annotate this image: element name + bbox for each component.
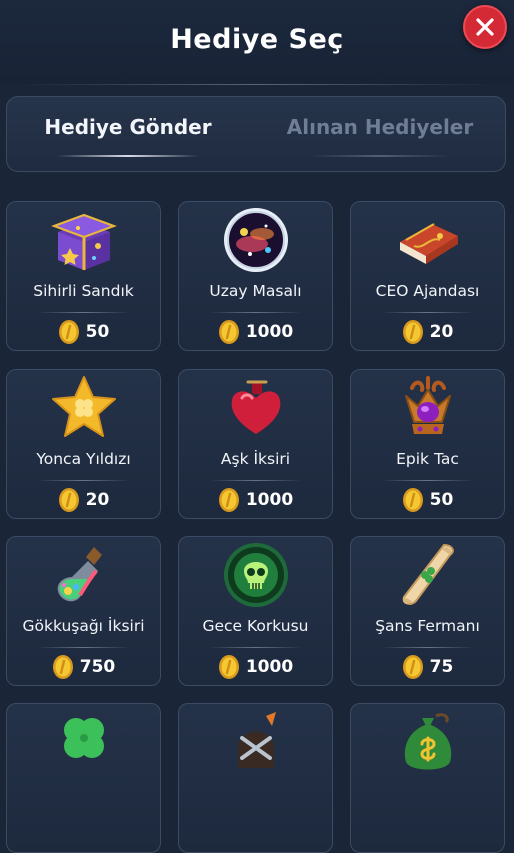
page-title: Hediye Seç [170, 24, 344, 55]
gift-card[interactable] [6, 703, 161, 853]
close-icon [476, 18, 494, 36]
tab-received-gifts[interactable]: Alınan Hediyeler [269, 115, 491, 159]
gift-price: 750 [7, 654, 160, 682]
gift-name: CEO Ajandası [375, 282, 480, 300]
gift-price: 20 [351, 319, 504, 347]
divider [209, 647, 302, 648]
gift-price: 1000 [179, 654, 332, 682]
epic-crown-icon [405, 376, 451, 434]
gift-name: Uzay Masalı [209, 282, 302, 300]
divider [209, 312, 302, 313]
gift-name: Şans Fermanı [375, 617, 480, 635]
divider [209, 480, 302, 481]
coin-icon [218, 320, 239, 344]
tab-underline [57, 155, 199, 157]
tab-underline [309, 155, 451, 157]
gift-name: Aşk İksiri [220, 450, 291, 468]
tab-label: Hediye Gönder [44, 115, 212, 139]
tab-label: Alınan Hediyeler [286, 115, 474, 139]
divider [381, 647, 474, 648]
gift-name: Gökkuşağı İksiri [22, 617, 145, 635]
tab-send-gift[interactable]: Hediye Gönder [17, 115, 239, 159]
agenda-book-icon [400, 223, 458, 264]
coin-icon [402, 488, 423, 512]
gift-card[interactable]: Epik Tac 50 [350, 369, 505, 519]
gift-price: 50 [7, 319, 160, 347]
divider [37, 647, 130, 648]
clover-star-icon [52, 376, 116, 437]
four-leaf-clover-icon [64, 718, 104, 758]
space-orb-icon [224, 208, 288, 272]
price-value: 20 [85, 490, 110, 510]
header-divider [20, 84, 494, 85]
gift-card[interactable]: Şans Fermanı 75 [350, 536, 505, 686]
tab-bar: Hediye Gönder Alınan Hediyeler [6, 96, 506, 172]
gift-price: 1000 [179, 319, 332, 347]
divider [381, 312, 474, 313]
coin-icon [58, 320, 79, 344]
gift-price: 75 [351, 654, 504, 682]
gift-card[interactable] [350, 703, 505, 853]
coin-icon [218, 488, 239, 512]
coin-icon [58, 488, 79, 512]
price-value: 50 [85, 322, 110, 342]
divider [381, 480, 474, 481]
coin-icon [218, 655, 239, 679]
gift-name: Epik Tac [396, 450, 459, 468]
close-button[interactable] [463, 5, 507, 49]
gift-card[interactable]: CEO Ajandası 20 [350, 201, 505, 351]
price-value: 75 [429, 657, 454, 677]
coin-icon [402, 655, 423, 679]
price-value: 50 [429, 490, 454, 510]
header: Hediye Seç [0, 0, 514, 84]
gift-name: Sihirli Sandık [33, 282, 134, 300]
price-value: 1000 [245, 322, 294, 342]
gift-card[interactable]: Uzay Masalı 1000 [178, 201, 333, 351]
gift-card[interactable]: Gece Korkusu 1000 [178, 536, 333, 686]
magic-chest-icon [51, 213, 117, 270]
gift-card[interactable] [178, 703, 333, 853]
gift-price: 1000 [179, 487, 332, 515]
gift-price: 20 [7, 487, 160, 515]
coin-icon [402, 320, 423, 344]
luck-scroll-icon [402, 543, 454, 605]
gift-card[interactable]: Gökkuşağı İksiri 750 [6, 536, 161, 686]
gift-name: Gece Korkusu [202, 617, 309, 635]
rainbow-potion-icon [57, 547, 102, 602]
gift-price: 50 [351, 487, 504, 515]
gift-name: Yonca Yıldızı [36, 450, 131, 468]
skull-orb-icon [224, 543, 288, 607]
love-potion-icon [231, 380, 281, 434]
gift-card[interactable]: Aşk İksiri 1000 [178, 369, 333, 519]
price-value: 1000 [245, 657, 294, 677]
coin-icon [52, 655, 73, 679]
divider [37, 480, 130, 481]
divider [37, 312, 130, 313]
price-value: 20 [429, 322, 454, 342]
gift-card[interactable]: Yonca Yıldızı 20 [6, 369, 161, 519]
gift-card[interactable]: Sihirli Sandık 50 [6, 201, 161, 351]
dark-helmet-icon [238, 712, 276, 768]
price-value: 750 [79, 657, 116, 677]
money-bag-icon [404, 713, 452, 770]
price-value: 1000 [245, 490, 294, 510]
